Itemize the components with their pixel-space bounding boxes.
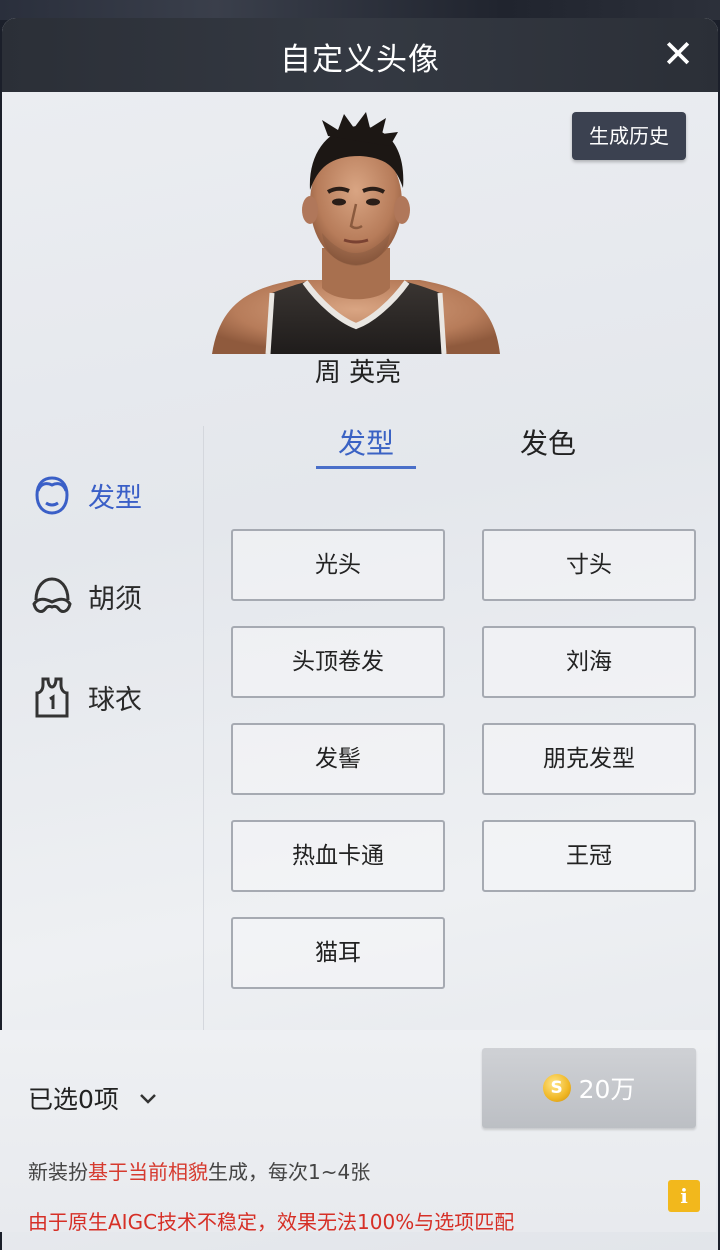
jersey-icon [35, 677, 69, 718]
active-tab-indicator [316, 466, 416, 469]
option-bun[interactable]: 发髻 [231, 723, 445, 795]
option-bangs[interactable]: 刘海 [482, 626, 696, 698]
coin-icon: S [542, 1074, 571, 1102]
player-avatar [212, 112, 500, 354]
generation-history-button[interactable]: 生成历史 [572, 112, 686, 160]
category-jersey[interactable]: 球衣 [30, 672, 142, 722]
category-hair-label: 发型 [88, 482, 142, 514]
category-beard-label: 胡须 [88, 583, 142, 615]
option-top-curls[interactable]: 头顶卷发 [231, 626, 445, 698]
tab-hairstyle[interactable]: 发型 [316, 422, 416, 466]
background-strip [0, 0, 720, 20]
option-punk[interactable]: 朋克发型 [482, 723, 696, 795]
selected-count-label: 已选0项 [28, 1085, 119, 1114]
option-crown[interactable]: 王冠 [482, 820, 696, 892]
category-jersey-label: 球衣 [88, 684, 142, 716]
aigc-warning: 由于原生AIGC技术不稳定，效果无法100%与选项匹配 [28, 1210, 515, 1234]
note-suffix: 生成，每次1~4张 [208, 1160, 371, 1184]
close-icon[interactable]: ✕ [656, 32, 700, 76]
option-buzz-cut[interactable]: 寸头 [482, 529, 696, 601]
category-hair[interactable]: 发型 [30, 470, 142, 520]
face-hair-icon [35, 476, 69, 515]
option-cat-ears[interactable]: 猫耳 [231, 917, 445, 989]
dialog-header: 自定义头像 ✕ [2, 18, 718, 92]
selected-count-dropdown[interactable]: 已选0项 [28, 1080, 159, 1116]
player-name: 周 英亮 [314, 358, 402, 388]
generate-price-button[interactable]: S 20万 [482, 1048, 696, 1128]
generation-note: 新装扮基于当前相貌生成，每次1~4张 [28, 1156, 370, 1185]
mustache-icon [32, 577, 72, 613]
price-label: 20万 [578, 1075, 636, 1104]
sidebar-divider [203, 426, 204, 1030]
info-icon[interactable]: i [668, 1180, 700, 1212]
chevron-down-icon [140, 1094, 156, 1104]
category-beard[interactable]: 胡须 [30, 571, 142, 621]
note-highlight: 基于当前相貌 [88, 1160, 208, 1184]
tab-hair-color[interactable]: 发色 [498, 422, 598, 466]
option-cartoon[interactable]: 热血卡通 [231, 820, 445, 892]
dialog-title: 自定义头像 [280, 42, 440, 78]
option-bald[interactable]: 光头 [231, 529, 445, 601]
note-prefix: 新装扮 [28, 1160, 88, 1184]
